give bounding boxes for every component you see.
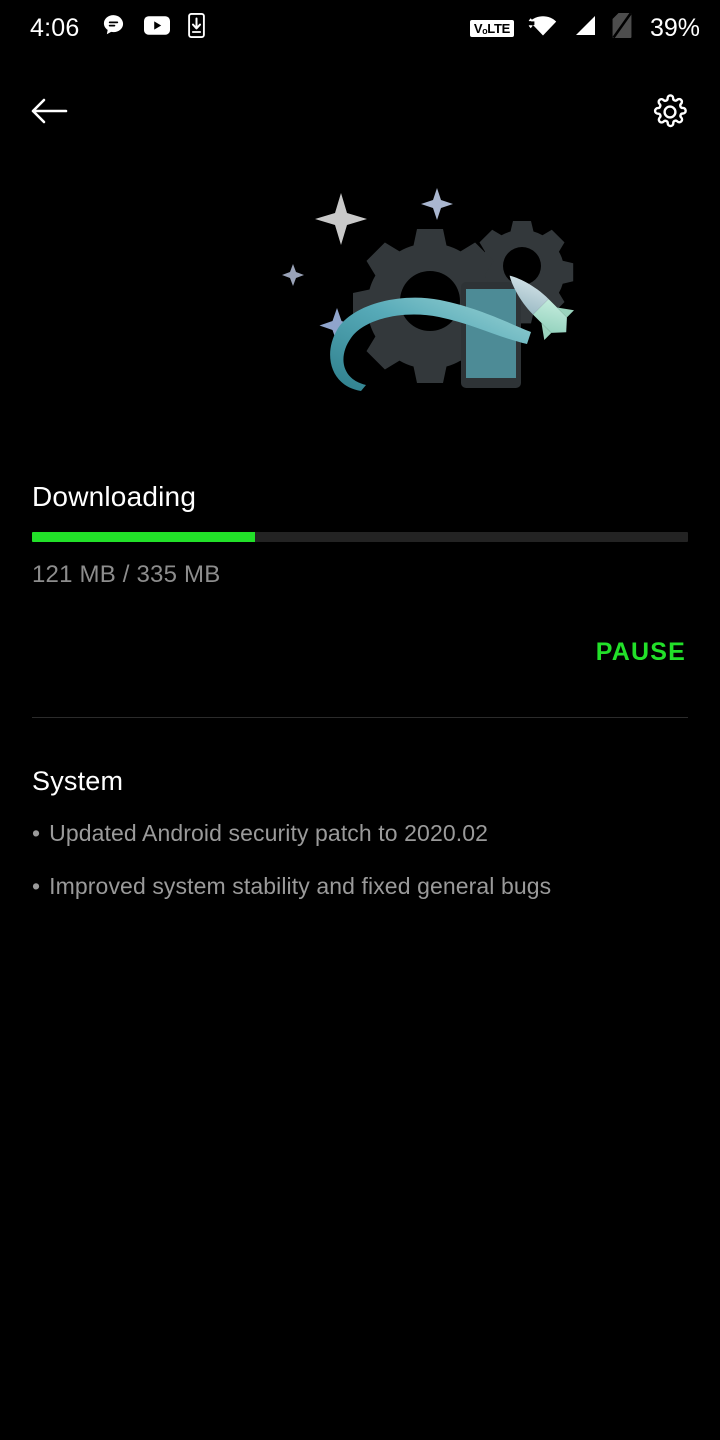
download-status-title: Downloading <box>32 481 197 512</box>
bullet-glyph: • <box>32 820 41 846</box>
section-divider <box>32 717 688 718</box>
changelog-list: • Updated Android security patch to 2020… <box>32 820 692 925</box>
changelog-item-text: Improved system stability and fixed gene… <box>49 872 552 899</box>
download-size-label: 121 MB / 335 MB <box>32 561 221 588</box>
pause-button[interactable]: PAUSE <box>594 634 688 671</box>
bullet-glyph: • <box>32 872 41 899</box>
download-progress-fill <box>32 532 256 542</box>
list-item: • Improved system stability and fixed ge… <box>32 873 692 901</box>
download-progress-bar <box>32 532 688 542</box>
changelog-item-text: Updated Android security patch to 2020.0… <box>49 820 488 846</box>
list-item: • Updated Android security patch to 2020… <box>32 820 692 848</box>
system-update-screen: 4:06 VₒLTE 39% Downloading 121 MB / 335 … <box>0 0 720 1440</box>
changelog-section-title: System <box>32 766 124 796</box>
update-content: Downloading 121 MB / 335 MB PAUSE System… <box>0 0 720 1440</box>
